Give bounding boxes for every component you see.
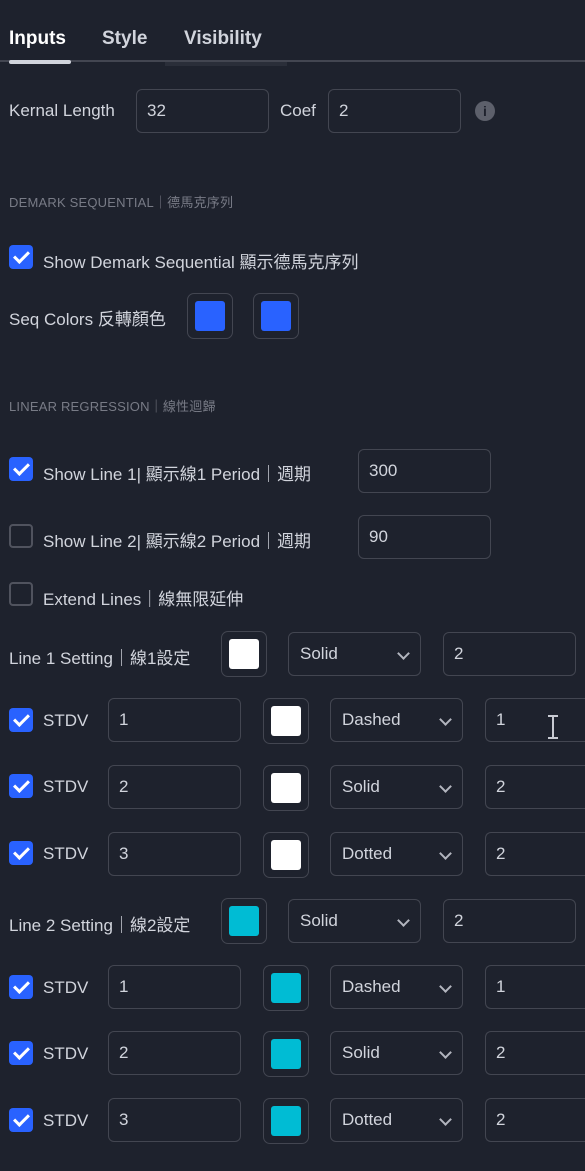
seq-color-1-swatch[interactable]: [187, 293, 233, 339]
line2-setting-label: Line 2 Setting｜線2設定: [9, 916, 191, 935]
chevron-down-icon: [439, 1046, 452, 1059]
line2-period-input[interactable]: 90: [358, 515, 491, 559]
line2-stdv3-color-swatch[interactable]: [263, 1098, 309, 1144]
show-line1-checkbox[interactable]: [9, 457, 33, 481]
line1-stdv2-checkbox[interactable]: [9, 774, 33, 798]
line1-stdv2-style-select[interactable]: Solid: [330, 765, 463, 809]
chevron-down-icon: [439, 847, 452, 860]
line1-stdv3-checkbox[interactable]: [9, 841, 33, 865]
chevron-down-icon: [439, 1113, 452, 1126]
line2-stdv2-style-value: Solid: [342, 1043, 380, 1062]
line1-stdv3-color-swatch[interactable]: [263, 832, 309, 878]
line1-stdv2-width-input[interactable]: 2: [485, 765, 585, 809]
extend-lines-checkbox[interactable]: [9, 582, 33, 606]
section-demark-sequential: DEMARK SEQUENTIAL｜德馬克序列: [9, 195, 234, 210]
line1-stdv1-style-value: Dashed: [342, 710, 401, 729]
line2-stdv3-style-value: Dotted: [342, 1110, 393, 1129]
line2-stdv3-mult-input[interactable]: 3: [108, 1098, 241, 1142]
line2-color-swatch[interactable]: [221, 898, 267, 944]
coef-label: Coef: [280, 101, 316, 120]
line1-stdv2-color-swatch[interactable]: [263, 765, 309, 811]
line1-style-value: Solid: [300, 644, 338, 663]
line2-stdv1-style-value: Dashed: [342, 977, 401, 996]
show-line2-label: Show Line 2| 顯示線2 Period｜週期: [43, 532, 312, 551]
line2-stdv2-style-select[interactable]: Solid: [330, 1031, 463, 1075]
line1-color-swatch[interactable]: [221, 631, 267, 677]
line1-stdv1-style-select[interactable]: Dashed: [330, 698, 463, 742]
line2-stdv1-color-fill: [271, 973, 301, 1003]
line1-stdv3-mult-input[interactable]: 3: [108, 832, 241, 876]
line1-stdv2-label: STDV: [43, 777, 89, 796]
info-icon[interactable]: i: [475, 101, 495, 121]
line1-stdv1-color-fill: [271, 706, 301, 736]
line2-stdv2-mult-input[interactable]: 2: [108, 1031, 241, 1075]
seq-colors-label: Seq Colors 反轉顏色: [9, 310, 166, 329]
tab-inputs[interactable]: Inputs: [9, 28, 66, 50]
text-cursor-icon: [547, 715, 559, 739]
line2-stdv3-checkbox[interactable]: [9, 1108, 33, 1132]
line1-stdv3-color-fill: [271, 840, 301, 870]
line2-stdv1-checkbox[interactable]: [9, 975, 33, 999]
line1-stdv1-color-swatch[interactable]: [263, 698, 309, 744]
kernal-length-label: Kernal Length: [9, 101, 115, 120]
line2-stdv3-color-fill: [271, 1106, 301, 1136]
chevron-down-icon: [439, 980, 452, 993]
tab-divider: [0, 60, 585, 62]
line2-stdv3-label: STDV: [43, 1111, 89, 1130]
line2-stdv1-label: STDV: [43, 978, 89, 997]
section-linear-regression: LINEAR REGRESSION｜線性迴歸: [9, 399, 216, 414]
show-line2-checkbox[interactable]: [9, 524, 33, 548]
seq-color-2-swatch[interactable]: [253, 293, 299, 339]
line2-style-select[interactable]: Solid: [288, 899, 421, 943]
active-tab-indicator: [9, 60, 71, 64]
line1-stdv2-mult-input[interactable]: 2: [108, 765, 241, 809]
line2-stdv1-style-select[interactable]: Dashed: [330, 965, 463, 1009]
line1-stdv2-style-value: Solid: [342, 777, 380, 796]
show-demark-label: Show Demark Sequential 顯示德馬克序列: [43, 253, 359, 272]
line2-stdv2-label: STDV: [43, 1044, 89, 1063]
line2-width-input[interactable]: 2: [443, 899, 576, 943]
line2-stdv3-style-select[interactable]: Dotted: [330, 1098, 463, 1142]
line1-stdv3-label: STDV: [43, 844, 89, 863]
show-demark-checkbox[interactable]: [9, 245, 33, 269]
line1-stdv3-width-input[interactable]: 2: [485, 832, 585, 876]
coef-input[interactable]: 2: [328, 89, 461, 133]
line2-color-fill: [229, 906, 259, 936]
tab-divider-shade: [165, 62, 287, 66]
seq-color-1-fill: [195, 301, 225, 331]
line1-stdv1-label: STDV: [43, 711, 89, 730]
line2-stdv3-width-input[interactable]: 2: [485, 1098, 585, 1142]
line2-stdv2-color-fill: [271, 1039, 301, 1069]
kernal-length-input[interactable]: 32: [136, 89, 269, 133]
line1-stdv1-mult-input[interactable]: 1: [108, 698, 241, 742]
line1-stdv1-checkbox[interactable]: [9, 708, 33, 732]
tab-bar: Inputs Style Visibility: [0, 0, 585, 70]
line1-stdv3-style-value: Dotted: [342, 844, 393, 863]
line2-stdv2-width-input[interactable]: 2: [485, 1031, 585, 1075]
line1-stdv3-style-select[interactable]: Dotted: [330, 832, 463, 876]
line2-stdv1-color-swatch[interactable]: [263, 965, 309, 1011]
extend-lines-label: Extend Lines｜線無限延伸: [43, 590, 244, 609]
line2-stdv1-mult-input[interactable]: 1: [108, 965, 241, 1009]
line2-style-value: Solid: [300, 911, 338, 930]
line1-color-fill: [229, 639, 259, 669]
show-line1-label: Show Line 1| 顯示線1 Period｜週期: [43, 465, 312, 484]
chevron-down-icon: [397, 647, 410, 660]
tab-visibility[interactable]: Visibility: [184, 28, 262, 50]
chevron-down-icon: [439, 780, 452, 793]
chevron-down-icon: [439, 713, 452, 726]
line1-stdv1-width-input[interactable]: 1: [485, 698, 585, 742]
line1-style-select[interactable]: Solid: [288, 632, 421, 676]
seq-color-2-fill: [261, 301, 291, 331]
line2-stdv1-width-input[interactable]: 1: [485, 965, 585, 1009]
line1-width-input[interactable]: 2: [443, 632, 576, 676]
line2-stdv2-checkbox[interactable]: [9, 1041, 33, 1065]
tab-style[interactable]: Style: [102, 28, 147, 50]
line1-stdv2-color-fill: [271, 773, 301, 803]
line1-setting-label: Line 1 Setting｜線1設定: [9, 649, 191, 668]
chevron-down-icon: [397, 914, 410, 927]
line1-period-input[interactable]: 300: [358, 449, 491, 493]
line2-stdv2-color-swatch[interactable]: [263, 1031, 309, 1077]
